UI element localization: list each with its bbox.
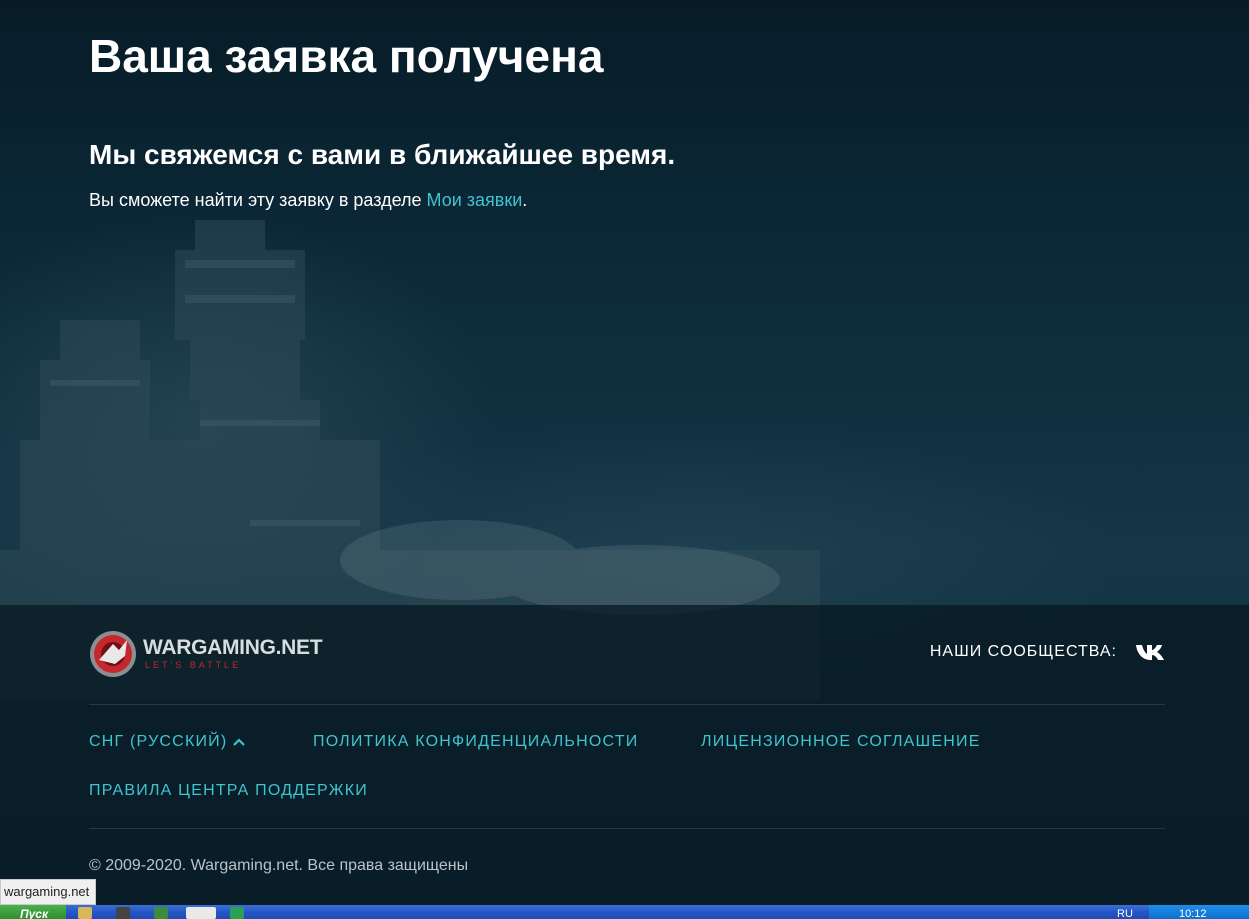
info-text-suffix: . — [522, 190, 528, 210]
footer-inner: WARGAMING.NET LET'S BATTLE НАШИ СООБЩЕСТ… — [89, 605, 1165, 905]
region-selector[interactable]: СНГ (РУССКИЙ) — [89, 733, 246, 751]
language-indicator[interactable]: RU — [1117, 905, 1133, 919]
info-text-prefix: Вы сможете найти эту заявку в разделе — [89, 190, 427, 210]
confirmation-info-text: Вы сможете найти эту заявку в разделе Мо… — [89, 188, 1169, 212]
system-tray: RU 10:12 — [1117, 905, 1249, 919]
clock: 10:12 — [1179, 908, 1207, 919]
communities: НАШИ СООБЩЕСТВА: — [930, 643, 1165, 661]
browser-status-url: wargaming.net — [0, 879, 97, 905]
footer-divider-top — [89, 704, 1165, 705]
confirmation-content: Ваша заявка получена Мы свяжемся с вами … — [89, 28, 1169, 212]
region-label: СНГ (РУССКИЙ) — [89, 733, 228, 750]
footer-divider-bottom — [89, 828, 1165, 829]
wargaming-logo[interactable]: WARGAMING.NET LET'S BATTLE — [89, 629, 323, 679]
windows-taskbar: Пуск RU 10:12 — [0, 905, 1249, 919]
wargaming-logo-icon — [90, 631, 136, 677]
chrome-icon[interactable] — [186, 907, 216, 919]
chevron-up-icon — [233, 738, 246, 746]
license-agreement-link[interactable]: ЛИЦЕНЗИОННОЕ СОГЛАШЕНИЕ — [701, 733, 981, 751]
confirmation-subtitle: Мы свяжемся с вами в ближайшее время. — [89, 139, 676, 170]
start-button[interactable]: Пуск — [0, 905, 66, 919]
app-icon[interactable] — [154, 907, 168, 919]
communities-label: НАШИ СООБЩЕСТВА: — [929, 643, 1117, 660]
explorer-icon[interactable] — [78, 907, 92, 919]
copyright-text: © 2009-2020. Wargaming.net. Все права за… — [89, 857, 469, 874]
page-title: Ваша заявка получена — [89, 30, 604, 82]
media-icon[interactable] — [116, 907, 130, 919]
support-rules-link[interactable]: ПРАВИЛА ЦЕНТРА ПОДДЕРЖКИ — [89, 782, 368, 800]
vk-icon[interactable] — [1135, 643, 1165, 661]
maps-icon[interactable] — [230, 907, 244, 919]
privacy-policy-link[interactable]: ПОЛИТИКА КОНФИДЕНЦИАЛЬНОСТИ — [313, 733, 638, 751]
site-footer: WARGAMING.NET LET'S BATTLE НАШИ СООБЩЕСТ… — [0, 605, 1249, 905]
logo-tagline: LET'S BATTLE — [145, 660, 242, 670]
my-requests-link[interactable]: Мои заявки — [427, 190, 523, 210]
logo-text: WARGAMING.NET LET'S BATTLE — [143, 636, 323, 671]
logo-name: WARGAMING.NET — [143, 636, 323, 659]
